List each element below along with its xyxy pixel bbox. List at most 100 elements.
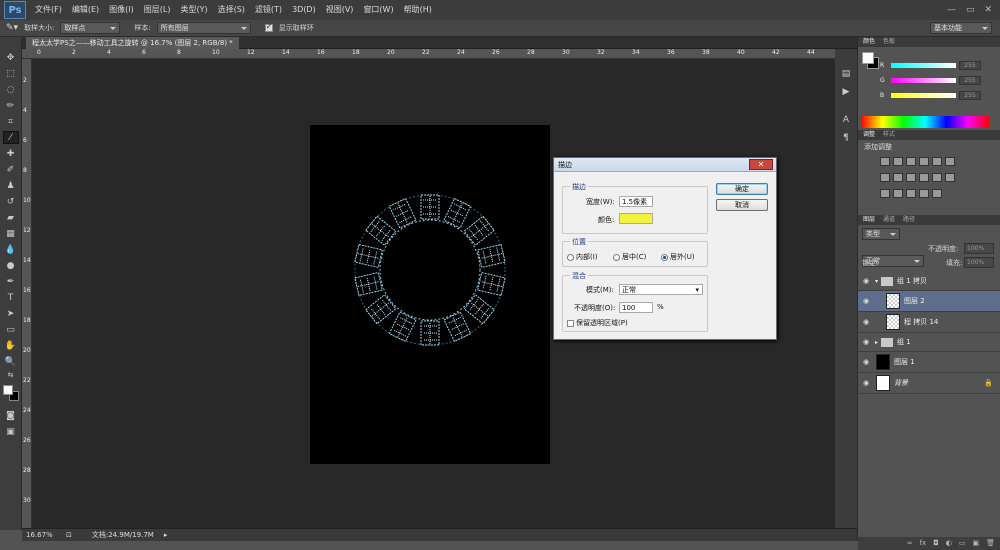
shape-tool-icon[interactable]: ▭	[3, 323, 19, 336]
ok-button[interactable]: 确定	[716, 183, 768, 195]
photo-filter-icon[interactable]	[919, 173, 929, 182]
dialog-titlebar[interactable]: 描边 ✕	[554, 158, 776, 172]
gradient-map-icon[interactable]	[945, 157, 955, 166]
tab-styles[interactable]: 样式	[883, 130, 895, 140]
trash-icon[interactable]: 🗑	[986, 537, 995, 550]
status-expand-icon[interactable]: ▸	[164, 531, 168, 539]
layer-row-group1[interactable]: ◉ ▸ 组 1	[858, 333, 1000, 352]
tab-adjustments[interactable]: 调整	[863, 130, 875, 140]
pen-tool-icon[interactable]: ✒	[3, 275, 19, 288]
crop-tool-icon[interactable]: ⌗	[3, 115, 19, 128]
stroke-width-input[interactable]: 1.5像素	[619, 196, 653, 207]
position-outside-radio[interactable]: 居外(U)	[661, 252, 695, 262]
move-tool-icon[interactable]: ✥	[3, 51, 19, 64]
black-white-icon[interactable]	[906, 173, 916, 182]
minimize-button[interactable]: —	[947, 5, 956, 15]
blur-tool-icon[interactable]: 💧	[3, 243, 19, 256]
quick-select-tool-icon[interactable]: ✏	[3, 99, 19, 112]
red-value[interactable]: 255	[959, 61, 981, 70]
menu-3d[interactable]: 3D(D)	[287, 0, 321, 20]
stroke-color-swatch[interactable]	[619, 213, 653, 224]
marquee-tool-icon[interactable]: ⬚	[3, 67, 19, 80]
preserve-transparency-checkbox[interactable]: 保留透明区域(P)	[567, 318, 628, 328]
document-canvas[interactable]	[310, 125, 550, 464]
status-menu-icon[interactable]: ⊡	[66, 531, 72, 539]
lasso-tool-icon[interactable]: ◌	[3, 83, 19, 96]
green-slider[interactable]	[891, 78, 956, 83]
channel-mixer-icon[interactable]	[932, 173, 942, 182]
menu-file[interactable]: 文件(F)	[30, 0, 67, 20]
character-panel-icon[interactable]: A	[839, 115, 853, 127]
foreground-color-swatch[interactable]	[2, 385, 13, 395]
visibility-eye-icon[interactable]: ◉	[860, 297, 872, 305]
tab-layers[interactable]: 图层	[863, 215, 875, 225]
blue-slider[interactable]	[891, 93, 956, 98]
menu-filter[interactable]: 滤镜(T)	[250, 0, 287, 20]
curves-icon[interactable]	[906, 157, 916, 166]
menu-edit[interactable]: 编辑(E)	[67, 0, 104, 20]
sample-size-select[interactable]: 取样点	[60, 22, 121, 34]
tab-paths[interactable]: 路径	[903, 215, 915, 225]
opacity-field[interactable]: 100%	[964, 243, 994, 254]
color-balance-icon[interactable]	[893, 173, 903, 182]
add-mask-icon[interactable]: ◘	[933, 537, 939, 550]
link-layers-icon[interactable]: ∞	[907, 537, 913, 550]
green-value[interactable]: 255	[959, 76, 981, 85]
new-group-icon[interactable]: ▭	[959, 537, 966, 550]
visibility-eye-icon[interactable]: ◉	[860, 338, 872, 346]
menu-type[interactable]: 类型(Y)	[175, 0, 212, 20]
gradient-fill-icon[interactable]	[932, 189, 942, 198]
color-lookup-icon[interactable]	[945, 173, 955, 182]
red-slider[interactable]	[891, 63, 956, 68]
layer-row-group-copy[interactable]: ◉ ▾ 组 1 拷贝	[858, 272, 1000, 291]
healing-brush-icon[interactable]: ✚	[3, 147, 19, 160]
fx-icon[interactable]: fx	[920, 537, 927, 550]
layer-row-layer1[interactable]: ◉ 图层 1	[858, 352, 1000, 373]
levels-icon[interactable]	[893, 157, 903, 166]
fill-field[interactable]: 100%	[964, 257, 994, 268]
layer-kind-filter[interactable]: 类型	[862, 228, 900, 240]
foreground-background-colors[interactable]	[2, 384, 20, 402]
clone-stamp-icon[interactable]: ♟	[3, 179, 19, 192]
brightness-icon[interactable]	[880, 157, 890, 166]
type-tool-icon[interactable]: T	[3, 291, 19, 304]
zoom-level[interactable]: 16.67%	[26, 531, 56, 539]
tab-channels[interactable]: 通道	[883, 215, 895, 225]
quick-mask-icon[interactable]: ◙	[3, 409, 19, 422]
close-button[interactable]: ✕	[984, 5, 992, 15]
invert-icon[interactable]	[880, 189, 890, 198]
fg-color-swatch[interactable]	[862, 52, 874, 64]
visibility-eye-icon[interactable]: ◉	[860, 379, 872, 387]
screen-mode-icon[interactable]: ▣	[3, 425, 19, 438]
menu-select[interactable]: 选择(S)	[213, 0, 250, 20]
blend-mode-select[interactable]: 正常 ▾	[619, 284, 703, 295]
selective-color-icon[interactable]	[919, 189, 929, 198]
visibility-eye-icon[interactable]: ◉	[860, 358, 872, 366]
zoom-tool-icon[interactable]: 🔍	[3, 355, 19, 368]
maximize-button[interactable]: ▭	[966, 5, 975, 15]
eyedropper-tool-preset-icon[interactable]: ✎▾	[6, 23, 18, 33]
sample-select[interactable]: 所有图层	[156, 22, 251, 34]
gradient-tool-icon[interactable]: ▦	[3, 227, 19, 240]
workspace-select[interactable]: 基本功能	[930, 22, 992, 34]
group-expand-icon[interactable]: ▾	[875, 278, 878, 285]
layer-row-layer2[interactable]: ◉ 图层 2	[858, 291, 1000, 312]
position-inside-radio[interactable]: 内部(I)	[567, 252, 598, 262]
menu-window[interactable]: 窗口(W)	[358, 0, 398, 20]
exposure-icon[interactable]	[919, 157, 929, 166]
visibility-eye-icon[interactable]: ◉	[860, 277, 872, 285]
menu-layer[interactable]: 图层(L)	[139, 0, 176, 20]
position-center-radio[interactable]: 居中(C)	[613, 252, 646, 262]
layer-row-copy14[interactable]: ◉ 程 拷贝 14	[858, 312, 1000, 333]
color-spectrum[interactable]	[861, 116, 989, 128]
tab-color[interactable]: 颜色	[863, 37, 875, 47]
menu-image[interactable]: 图像(I)	[104, 0, 139, 20]
history-brush-icon[interactable]: ↺	[3, 195, 19, 208]
menu-help[interactable]: 帮助(H)	[399, 0, 437, 20]
tab-swatches[interactable]: 色板	[883, 37, 895, 47]
cancel-button[interactable]: 取消	[716, 199, 768, 211]
hue-saturation-icon[interactable]	[880, 173, 890, 182]
dodge-tool-icon[interactable]: ●	[3, 259, 19, 272]
threshold-icon[interactable]	[906, 189, 916, 198]
layer-row-background[interactable]: ◉ 背景 🔒	[858, 373, 1000, 394]
